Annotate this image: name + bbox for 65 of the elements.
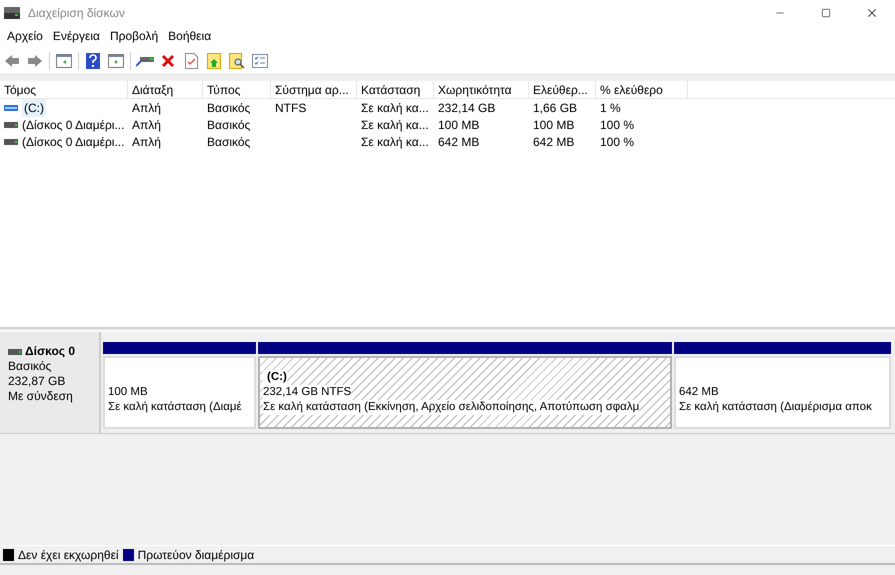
table-cell-text: 1 % [600,100,621,116]
delete-icon [161,54,175,68]
disk-size: 232,87 GB [8,374,66,389]
column-header[interactable]: Τόμος [0,81,128,98]
table-cell-text: 100 % [600,134,634,150]
drive-icon [4,104,18,112]
table-cell-text: 100 MB [438,116,480,134]
column-header[interactable]: Σύστημα αρ... [271,81,357,98]
table-cell-text: Βασικός [207,134,250,150]
table-cell-text: Σε καλή κα... [361,100,429,116]
column-header[interactable]: Τύπος [203,81,271,98]
drive-icon [4,120,18,128]
partition-status: Σε καλή κατάσταση (Διαμέ [108,400,242,415]
back-icon [4,54,20,68]
partition-block[interactable]: 100 MB Σε καλή κατάσταση (Διαμέ [103,356,256,429]
table-cell-text: Απλή [132,134,161,150]
help-icon [86,52,100,68]
table-cell-text: 100 % [600,116,634,134]
disk-info-panel[interactable]: Δίσκος 0 Βασικός 232,87 GB Με σύνδεση [0,332,101,433]
forward-icon [27,54,43,68]
table-cell-text: Σε καλή κα... [361,116,429,134]
action-pane-icon [108,54,124,68]
disk-status: Με σύνδεση [8,389,74,404]
legend-label: Πρωτεύον διαμέρισμα [138,546,254,564]
partition-label: (C:) [263,370,287,385]
table-cell-text: Απλή [132,100,161,116]
disk-type: Βασικός [8,359,52,374]
column-header[interactable]: Κατάσταση [357,81,434,98]
menu-item[interactable]: Ενέργεια [48,27,105,45]
column-header[interactable]: Ελεύθερ... [529,81,596,98]
table-cell-text: Απλή [132,116,161,134]
table-cell-text: Βασικός [207,116,250,134]
table-cell-text: NTFS [275,100,306,116]
menu-item[interactable]: Βοήθεια [163,27,216,45]
window-title: Διαχείριση δίσκων [28,4,125,22]
disk-name: Δίσκος 0 [25,344,76,359]
partition-block[interactable]: 642 MB Σε καλή κατάσταση (Διαμέρισμα αποκ [674,356,891,429]
table-cell-text: 100 MB [533,116,574,134]
table-cell-text: 232,14 GB [438,100,496,116]
column-header[interactable]: % ελεύθερο [596,81,688,98]
partition-size: 100 MB [108,385,148,400]
console-tree-icon [56,54,72,68]
drive-icon [8,348,22,356]
legend-label: Δεν έχει εκχωρηθεί [18,546,119,564]
table-cell-text: 1,66 GB [533,100,578,116]
app-icon [4,6,20,18]
properties-icon [184,52,198,68]
table-cell-text: 642 MB [533,134,574,150]
column-header[interactable]: Χωρητικότητα [434,81,529,98]
table-cell-text: Σε καλή κα... [361,134,429,150]
table-cell-text: 642 MB [438,134,480,150]
partition-size: 642 MB [679,385,719,400]
menu-item[interactable]: Αρχείο [2,27,48,45]
column-header[interactable]: Διάταξη [128,81,203,98]
partition-size: 232,14 GB NTFS [263,385,352,400]
table-cell[interactable]: (C:) [22,98,46,116]
menu-item[interactable]: Προβολή [104,27,164,45]
partition-status: Σε καλή κατάσταση (Διαμέρισμα αποκ [679,400,872,415]
drive-icon [4,138,18,146]
table-cell[interactable]: (Δίσκος 0 Διαμέρι... [22,132,124,150]
partition-status: Σε καλή κατάσταση (Εκκίνηση, Αρχείο σελιδοποίησης, Αποτύπωση σφαλμ [263,400,640,415]
maximize-icon [821,8,831,18]
partition-block[interactable]: (C:) 232,14 GB NTFS Σε καλή κατάσταση (Εκκίνηση, Αρχείο σελιδοποίησης, Αποτύπωση σφαλμ [258,356,672,429]
table-cell[interactable]: (Δίσκος 0 Διαμέρι... [22,116,124,134]
table-cell-text: Βασικός [207,100,250,116]
